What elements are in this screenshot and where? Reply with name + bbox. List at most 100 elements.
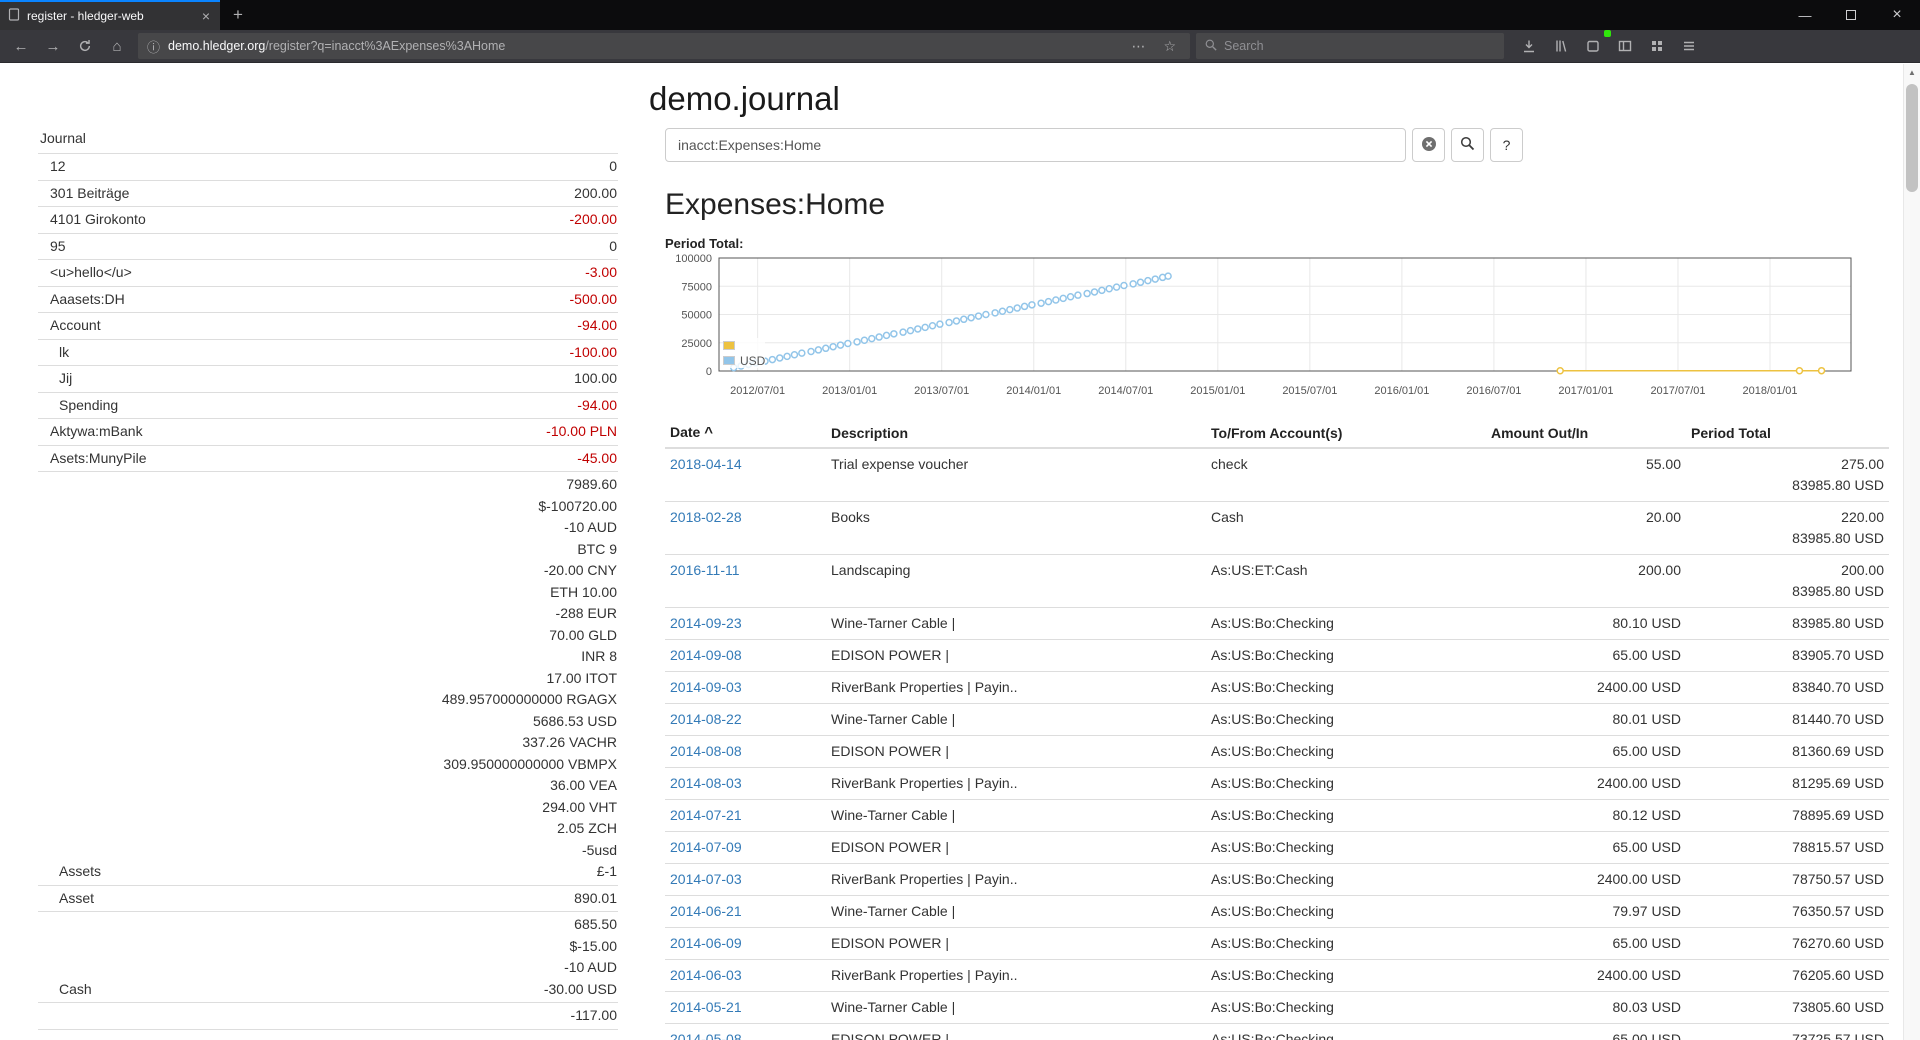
page-scrollbar[interactable]: ▲ — [1903, 64, 1920, 1040]
period-total-line: 78815.57 USD — [1691, 837, 1884, 858]
sidebar-journal-link[interactable]: Journal — [38, 126, 88, 153]
chart-legend: USD — [723, 338, 765, 368]
column-header-description: Description — [826, 418, 1206, 448]
account-link[interactable]: Account — [38, 315, 577, 337]
date-link[interactable]: 2014-07-03 — [670, 871, 742, 887]
library-icon[interactable] — [1546, 33, 1576, 59]
balance-amount: -30.00 USD — [544, 979, 617, 1001]
register-row: 2014-09-03RiverBank Properties | Payin..… — [665, 672, 1889, 704]
balance-amount: -94.00 — [577, 315, 617, 337]
date-link[interactable]: 2014-09-03 — [670, 679, 742, 695]
forward-button[interactable]: → — [38, 33, 68, 59]
register-chart[interactable]: 2012/07/012013/01/012013/07/012014/01/01… — [665, 254, 1857, 406]
cell-description: Wine-Tarner Cable | — [826, 608, 1206, 640]
scrollbar-thumb[interactable] — [1906, 84, 1918, 192]
site-info-icon[interactable]: ⓘ — [147, 37, 160, 56]
home-button[interactable]: ⌂ — [102, 33, 132, 59]
account-link[interactable]: Asset — [38, 888, 574, 910]
browser-tab[interactable]: register - hledger-web × — [0, 0, 220, 30]
cell-account: As:US:Bo:Checking — [1206, 896, 1486, 928]
back-button[interactable]: ← — [6, 33, 36, 59]
column-header-date[interactable]: Date ^ — [665, 418, 826, 448]
date-link[interactable]: 2014-06-21 — [670, 903, 742, 919]
account-link[interactable]: 301 Beiträge — [38, 183, 574, 205]
cell-account: As:US:Bo:Checking — [1206, 960, 1486, 992]
balance-amount: -117.00 — [571, 1005, 617, 1027]
sidebar-toggle-icon[interactable] — [1610, 33, 1640, 59]
balance-amount: BTC 9 — [442, 539, 617, 561]
date-link[interactable]: 2014-09-08 — [670, 647, 742, 663]
date-link[interactable]: 2014-08-08 — [670, 743, 742, 759]
cell-amount: 65.00 USD — [1486, 928, 1686, 960]
date-link[interactable]: 2014-07-21 — [670, 807, 742, 823]
extension-icon[interactable] — [1578, 33, 1608, 59]
svg-text:50000: 50000 — [681, 310, 712, 322]
url-host: demo.hledger.org — [168, 39, 265, 53]
date-link[interactable]: 2014-08-22 — [670, 711, 742, 727]
clear-query-button[interactable] — [1412, 128, 1445, 162]
browser-search-bar[interactable]: Search — [1196, 33, 1504, 59]
query-input[interactable] — [665, 128, 1406, 162]
page-actions-icon[interactable]: ⋯ — [1126, 38, 1150, 55]
period-total-line: 76205.60 USD — [1691, 965, 1884, 986]
cell-description: RiverBank Properties | Payin.. — [826, 768, 1206, 800]
menu-icon[interactable] — [1674, 33, 1704, 59]
date-link[interactable]: 2016-11-11 — [670, 562, 740, 578]
period-total-line: 81360.69 USD — [1691, 741, 1884, 762]
balance-amount: -45.00 — [577, 448, 617, 470]
account-link[interactable]: Assets — [38, 861, 442, 883]
period-total-line: 83985.80 USD — [1691, 613, 1884, 634]
account-link[interactable]: Cash — [38, 979, 544, 1001]
account-link[interactable]: Spending — [38, 395, 577, 417]
date-link[interactable]: 2018-02-28 — [670, 509, 742, 525]
balance-amount: -94.00 — [577, 395, 617, 417]
account-row: Cash685.50$-15.00-10 AUD-30.00 USD — [38, 912, 618, 1003]
account-link[interactable]: 95 — [38, 236, 609, 258]
account-link[interactable]: lk — [38, 342, 570, 364]
bookmark-star-icon[interactable]: ☆ — [1158, 38, 1181, 55]
date-link[interactable]: 2014-05-21 — [670, 999, 742, 1015]
account-link[interactable]: Jij — [38, 368, 574, 390]
submit-query-button[interactable] — [1451, 128, 1484, 162]
account-link[interactable]: Asets:MunyPile — [38, 448, 577, 470]
url-bar[interactable]: ⓘ demo.hledger.org/register?q=inacct%3AE… — [138, 33, 1190, 59]
register-row: 2014-07-09EDISON POWER |As:US:Bo:Checkin… — [665, 832, 1889, 864]
close-button[interactable]: × — [1874, 0, 1920, 30]
cell-date: 2014-08-08 — [665, 736, 826, 768]
minimize-button[interactable]: — — [1782, 0, 1828, 30]
download-icon[interactable] — [1514, 33, 1544, 59]
reload-button[interactable] — [70, 33, 100, 59]
account-link[interactable]: Aaasets:DH — [38, 289, 570, 311]
date-link[interactable]: 2014-05-08 — [670, 1031, 742, 1040]
legend-swatch — [723, 356, 735, 365]
period-total-line: 78895.69 USD — [1691, 805, 1884, 826]
date-link[interactable]: 2014-07-09 — [670, 839, 742, 855]
balance-amount: 5686.53 USD — [442, 711, 617, 733]
scroll-up-icon[interactable]: ▲ — [1904, 64, 1920, 77]
account-link[interactable]: Aktywa:mBank — [38, 421, 546, 443]
register-row: 2014-06-09EDISON POWER |As:US:Bo:Checkin… — [665, 928, 1889, 960]
cell-account: As:US:Bo:Checking — [1206, 864, 1486, 896]
account-link[interactable]: 12 — [38, 156, 609, 178]
cell-account: As:US:Bo:Checking — [1206, 608, 1486, 640]
balance-amount: -10.00 PLN — [546, 421, 617, 443]
register-table: Date ^ Description To/From Account(s) Am… — [665, 418, 1889, 1040]
account-balance: -100.00 — [570, 342, 618, 364]
account-link[interactable]: <u>hello</u> — [38, 262, 585, 284]
account-link[interactable]: 4101 Girokonto — [38, 209, 570, 231]
balance-amount: $-15.00 — [544, 936, 617, 958]
date-link[interactable]: 2014-06-03 — [670, 967, 742, 983]
date-link[interactable]: 2014-08-03 — [670, 775, 742, 791]
new-tab-button[interactable]: + — [220, 0, 256, 30]
cell-description: EDISON POWER | — [826, 640, 1206, 672]
restore-button[interactable] — [1828, 0, 1874, 30]
tab-close-icon[interactable]: × — [200, 8, 212, 24]
period-total-line: 81295.69 USD — [1691, 773, 1884, 794]
date-link[interactable]: 2014-06-09 — [670, 935, 742, 951]
date-link[interactable]: 2014-09-23 — [670, 615, 742, 631]
help-button[interactable]: ? — [1490, 128, 1523, 162]
account-balance: 0 — [609, 236, 618, 258]
grid-icon[interactable] — [1642, 33, 1672, 59]
date-link[interactable]: 2018-04-14 — [670, 456, 742, 472]
register-chart-svg: 2012/07/012013/01/012013/07/012014/01/01… — [665, 254, 1857, 406]
